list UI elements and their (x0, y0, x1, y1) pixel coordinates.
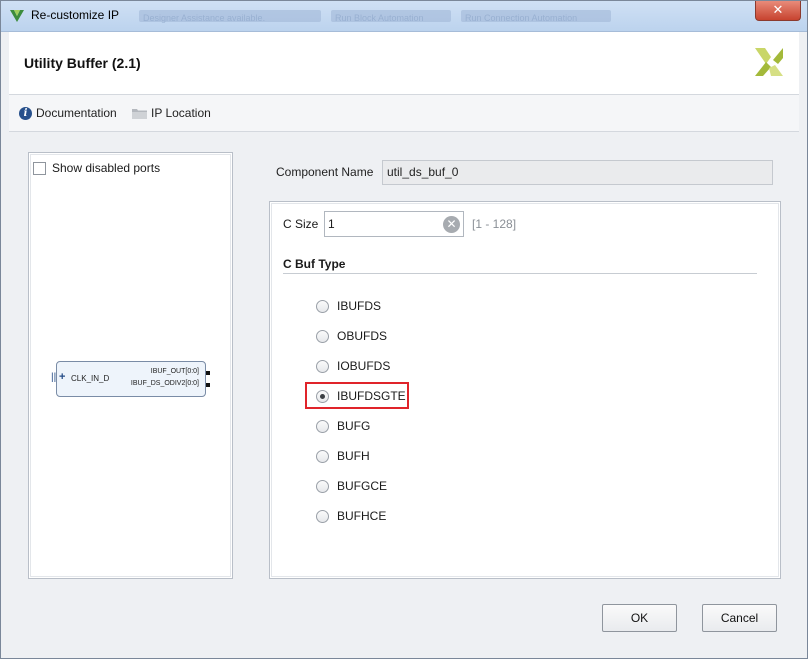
ok-button[interactable]: OK (602, 604, 677, 632)
c-size-value: 1 (328, 217, 335, 231)
radio-button[interactable] (316, 329, 329, 343)
dialog-header: Utility Buffer (2.1) (9, 32, 799, 95)
radio-label: IBUFDS (337, 299, 382, 313)
port-ibuf-out: IBUF_OUT[0:0] (150, 368, 199, 375)
title-bar[interactable]: Re-customize IP Designer Assistance avai… (1, 1, 807, 32)
close-button[interactable]: ✕ (755, 1, 801, 21)
radio-button[interactable] (316, 509, 329, 523)
ip-location-button[interactable]: IP Location (132, 106, 211, 120)
radio-bufg[interactable]: BUFG (316, 419, 370, 433)
radio-label: BUFG (337, 419, 371, 433)
port-clk-in-d: CLK_IN_D (71, 374, 110, 383)
port-ibuf-ds-odiv2: IBUF_DS_ODIV2[0:0] (130, 380, 199, 387)
c-size-input[interactable]: 1 ✕ (324, 211, 464, 237)
radio-label: IOBUFDS (337, 359, 391, 373)
re-customize-ip-dialog: Re-customize IP Designer Assistance avai… (0, 0, 808, 659)
window-title: Re-customize IP (31, 8, 120, 22)
xilinx-logo-icon (755, 48, 783, 76)
folder-icon (132, 108, 147, 119)
radio-button[interactable] (316, 359, 329, 373)
vivado-app-icon (10, 10, 24, 22)
documentation-button[interactable]: i Documentation (19, 106, 117, 120)
radio-iobufds[interactable]: IOBUFDS (316, 359, 390, 373)
radio-button[interactable] (316, 479, 329, 493)
group-divider (283, 273, 757, 274)
radio-label: OBUFDS (337, 329, 388, 343)
toolbar: i Documentation IP Location (9, 95, 799, 132)
page-title: Utility Buffer (2.1) (24, 55, 141, 71)
radio-bufh[interactable]: BUFH (316, 449, 370, 463)
radio-button[interactable] (316, 419, 329, 433)
c-size-label: C Size (283, 217, 319, 231)
clear-icon[interactable]: ✕ (443, 216, 460, 233)
output-pin-icon (206, 383, 210, 387)
documentation-label: Documentation (36, 106, 117, 120)
symbol-panel: Show disabled ports || + CLK_IN_D IBUF_O… (28, 152, 233, 579)
show-disabled-ports-option[interactable]: Show disabled ports (33, 161, 160, 175)
radio-bufhce[interactable]: BUFHCE (316, 509, 386, 523)
bus-port-icon: || (51, 372, 57, 383)
blurred-link: Run Block Automation (331, 10, 451, 23)
close-icon: ✕ (772, 2, 784, 17)
blurred-notice: Designer Assistance available. (139, 10, 321, 23)
info-icon: i (19, 106, 32, 120)
radio-label: BUFH (337, 449, 370, 463)
expand-icon[interactable]: + (59, 371, 65, 383)
blurred-link: Run Connection Automation (461, 10, 611, 23)
component-name-label: Component Name (276, 165, 374, 179)
ip-block-symbol[interactable]: || + CLK_IN_D IBUF_OUT[0:0] IBUF_DS_ODIV… (51, 361, 210, 397)
radio-label: BUFGCE (337, 479, 388, 493)
c-buf-type-title: C Buf Type (283, 257, 346, 271)
selection-highlight-box (305, 382, 409, 409)
cancel-button[interactable]: Cancel (702, 604, 777, 632)
c-size-range: [1 - 128] (472, 217, 517, 231)
radio-obufds[interactable]: OBUFDS (316, 329, 387, 343)
radio-button[interactable] (316, 449, 329, 463)
radio-label: BUFHCE (337, 509, 387, 523)
radio-button[interactable] (316, 299, 329, 313)
show-disabled-ports-checkbox[interactable] (33, 161, 46, 175)
radio-bufgce[interactable]: BUFGCE (316, 479, 387, 493)
ip-location-label: IP Location (151, 106, 211, 120)
component-name-field[interactable]: util_ds_buf_0 (382, 160, 773, 185)
show-disabled-ports-label: Show disabled ports (52, 161, 161, 175)
output-pin-icon (206, 371, 210, 375)
radio-ibufds[interactable]: IBUFDS (316, 299, 381, 313)
